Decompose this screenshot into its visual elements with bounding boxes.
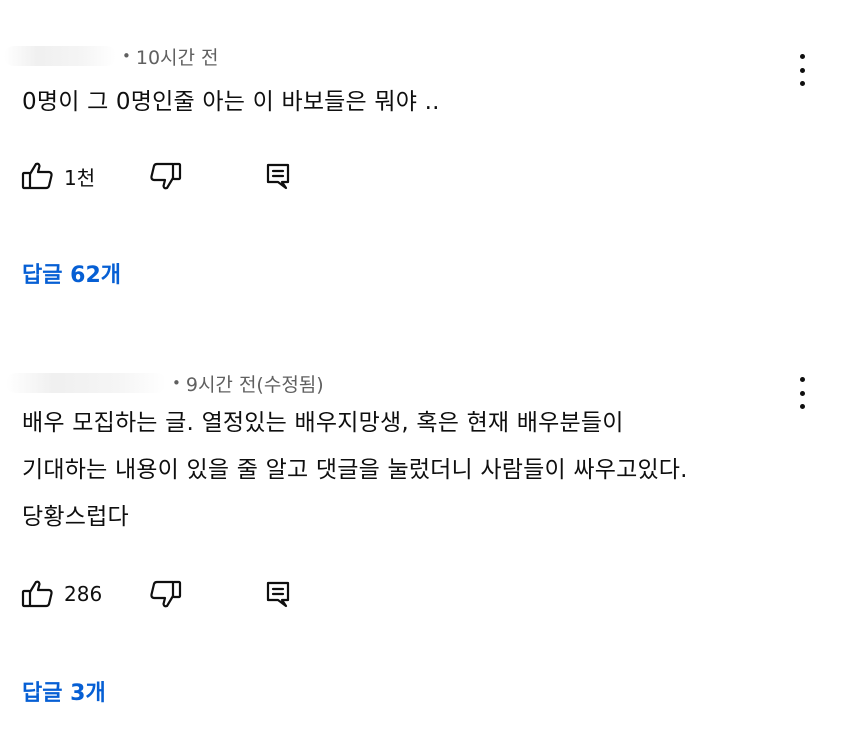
reply-icon bbox=[266, 581, 290, 608]
comment-body: 0명이 그 0명인줄 아는 이 바보들은 뭐야 .. bbox=[22, 79, 440, 126]
comment: • 10시간 전 0명이 그 0명인줄 아는 이 바보들은 뭐야 .. 1천 답… bbox=[0, 0, 854, 330]
comment-text-line: 배우 모집하는 글. 열정있는 배우지망생, 혹은 현재 배우분들이 bbox=[22, 410, 624, 436]
view-replies-link[interactable]: 답글 3개 bbox=[22, 675, 106, 707]
reply-button[interactable] bbox=[260, 158, 296, 194]
thumbs-down-icon bbox=[150, 162, 182, 190]
dislike-button[interactable] bbox=[147, 576, 183, 612]
reply-icon bbox=[266, 163, 290, 190]
thumbs-down-icon bbox=[150, 580, 182, 608]
author-name-redacted[interactable] bbox=[4, 46, 116, 66]
reply-button[interactable] bbox=[260, 576, 296, 612]
dislike-button[interactable] bbox=[147, 158, 183, 194]
separator-dot: • bbox=[122, 47, 131, 65]
more-vert-icon bbox=[799, 377, 805, 382]
comment-time[interactable]: 9시간 전(수정됨) bbox=[186, 370, 324, 397]
separator-dot: • bbox=[172, 374, 181, 392]
comment-time[interactable]: 10시간 전 bbox=[136, 43, 219, 70]
more-options-button[interactable] bbox=[792, 375, 812, 411]
comment: • 9시간 전(수정됨) 배우 모집하는 글. 열정있는 배우지망생, 혹은 현… bbox=[0, 355, 854, 748]
thumbs-up-icon bbox=[21, 580, 53, 608]
comment-actions: 1천 bbox=[20, 158, 296, 194]
like-button[interactable] bbox=[20, 158, 56, 194]
like-button[interactable] bbox=[20, 576, 56, 612]
comment-header: • 10시간 전 bbox=[0, 42, 219, 70]
comment-text-line: 0명이 그 0명인줄 아는 이 바보들은 뭐야 .. bbox=[22, 89, 440, 115]
comment-text-line: 기대하는 내용이 있을 줄 알고 댓글을 눌렀더니 사람들이 싸우고있다. bbox=[22, 457, 688, 483]
comment-actions: 286 bbox=[20, 576, 296, 612]
like-count: 286 bbox=[64, 582, 103, 606]
comment-body: 배우 모집하는 글. 열정있는 배우지망생, 혹은 현재 배우분들이 기대하는 … bbox=[22, 400, 688, 541]
author-name-redacted[interactable] bbox=[6, 373, 166, 393]
thumbs-up-icon bbox=[21, 162, 53, 190]
comment-text-line: 당황스럽다 bbox=[22, 504, 129, 530]
like-count: 1천 bbox=[64, 165, 96, 190]
comment-header: • 9시간 전(수정됨) bbox=[0, 369, 324, 397]
more-vert-icon bbox=[799, 54, 805, 59]
view-replies-link[interactable]: 답글 62개 bbox=[22, 257, 121, 289]
more-options-button[interactable] bbox=[792, 52, 812, 88]
